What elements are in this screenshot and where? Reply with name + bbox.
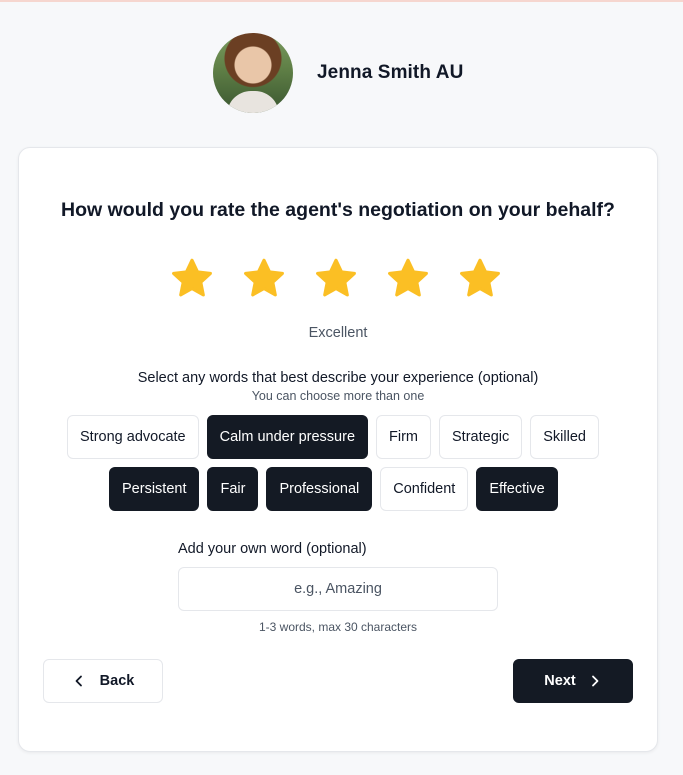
word-chip[interactable]: Strong advocate (67, 415, 199, 459)
word-chip[interactable]: Fair (207, 467, 259, 511)
agent-avatar (213, 33, 293, 113)
words-hint: You can choose more than one (251, 389, 425, 403)
next-button-label: Next (544, 673, 576, 689)
back-button[interactable]: Back (43, 659, 163, 703)
own-word-label: Add your own word (optional) (178, 541, 367, 557)
top-accent-line (0, 0, 683, 2)
own-word-input[interactable] (178, 567, 498, 611)
rating-card: How would you rate the agent's negotiati… (18, 147, 658, 752)
word-chip[interactable]: Strategic (439, 415, 523, 459)
star-icon[interactable] (385, 256, 431, 302)
star-icon[interactable] (313, 256, 359, 302)
question-title: How would you rate the agent's negotiati… (61, 199, 615, 221)
word-chip[interactable]: Persistent (109, 467, 200, 511)
star-rating (169, 256, 503, 302)
word-chips-row-1: Strong advocate Calm under pressure Firm St… (67, 415, 599, 459)
word-chip[interactable]: Professional (266, 467, 373, 511)
star-icon[interactable] (457, 256, 503, 302)
word-chips-row-2: Persistent Fair Professional Confident Effec… (109, 467, 558, 511)
star-icon[interactable] (241, 256, 287, 302)
word-chip[interactable]: Skilled (530, 415, 599, 459)
own-word-help: 1-3 words, max 30 characters (258, 620, 418, 634)
next-button[interactable]: Next (513, 659, 633, 703)
star-icon[interactable] (169, 256, 215, 302)
word-chip[interactable]: Calm under pressure (206, 415, 369, 459)
word-chip[interactable]: Effective (476, 467, 558, 511)
rating-label: Excellent (308, 325, 368, 341)
agent-name: Jenna Smith AU (317, 62, 464, 83)
word-chip[interactable]: Firm (376, 415, 432, 459)
back-button-label: Back (99, 673, 135, 689)
words-prompt: Select any words that best describe your… (137, 370, 539, 386)
word-chip[interactable]: Confident (380, 467, 469, 511)
agent-header: Jenna Smith AU (213, 33, 463, 113)
chevron-right-icon (588, 674, 602, 688)
chevron-left-icon (72, 674, 86, 688)
